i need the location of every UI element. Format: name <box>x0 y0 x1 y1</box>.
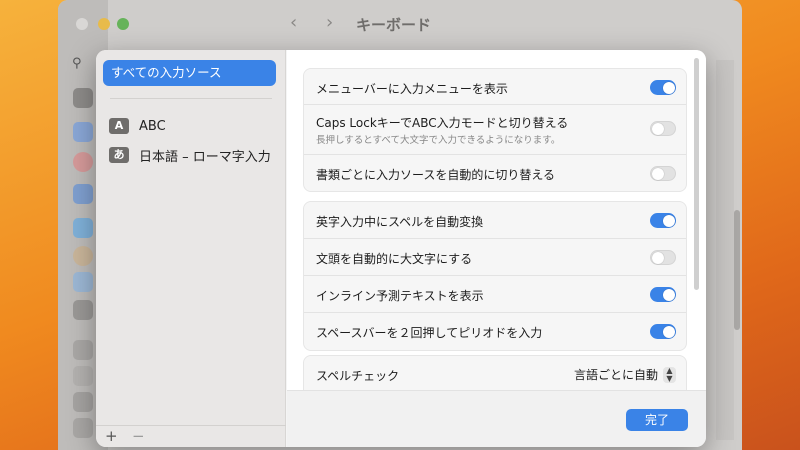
sidebar-item-japanese-romaji[interactable]: あ 日本語 – ローマ字入力 <box>109 145 271 165</box>
settings-row: 文頭を自動的に大文字にする <box>304 239 686 276</box>
input-source-list: すべての入力ソース A ABC あ 日本語 – ローマ字入力 + − <box>96 50 286 447</box>
auto-capitalize-toggle[interactable] <box>650 250 676 265</box>
auto-switch-source-toggle[interactable] <box>650 166 676 181</box>
sidebar-item-all-input-sources[interactable]: すべての入力ソース <box>103 60 276 86</box>
at-sign-icon <box>73 218 93 238</box>
settings-row: スペースバーを２回押してピリオドを入力 <box>304 313 686 350</box>
users-icon <box>73 184 93 204</box>
input-menu-settings-group: メニューバーに入力メニューを表示 Caps LockキーでABC入力モードと切り… <box>303 68 687 192</box>
chevron-left-icon[interactable]: ‹ <box>290 12 297 33</box>
settings-row: スペルチェック 言語ごとに自動 ▲ ▼ <box>304 356 686 390</box>
spell-check-value: 言語ごとに自動 <box>573 368 658 382</box>
text-input-settings-group: 英字入力中にスペルを自動変換 文頭を自動的に大文字にする インライン予測テキスト… <box>303 201 687 351</box>
row-label: Caps LockキーでABC入力モードと切り替える <box>316 116 569 130</box>
settings-row: Caps LockキーでABC入力モードと切り替える 長押しするとすべて大文字で… <box>304 105 686 155</box>
sidebar-item-abc[interactable]: A ABC <box>109 116 166 136</box>
close-window-button[interactable] <box>76 18 88 30</box>
double-space-period-toggle[interactable] <box>650 324 676 339</box>
background-scrollbar[interactable] <box>734 210 740 330</box>
done-button[interactable]: 完了 <box>626 409 688 431</box>
printer-icon <box>73 418 93 438</box>
siri-icon <box>73 246 93 266</box>
background-content-edge <box>716 60 734 440</box>
row-label: メニューバーに入力メニューを表示 <box>316 82 508 96</box>
sidebar-toolbar: + − <box>96 425 286 447</box>
show-input-menu-toggle[interactable] <box>650 80 676 95</box>
input-sources-sheet: すべての入力ソース A ABC あ 日本語 – ローマ字入力 + − メニューバ… <box>96 50 706 447</box>
window-title: キーボード <box>356 16 432 34</box>
sheet-footer: 完了 <box>287 390 706 447</box>
search-icon[interactable]: ⚲ <box>72 56 82 71</box>
row-label: インライン予測テキストを表示 <box>316 289 484 303</box>
icloud-icon <box>73 272 93 292</box>
mouse-icon <box>73 366 93 386</box>
add-source-button[interactable]: + <box>105 427 118 445</box>
hiragana-badge-icon: あ <box>109 147 129 163</box>
settings-row: メニューバーに入力メニューを表示 <box>304 69 686 105</box>
row-label: 書類ごとに入力ソースを自動的に切り替える <box>316 168 556 182</box>
sidebar-item-label: 日本語 – ローマ字入力 <box>139 149 271 165</box>
notifications-icon <box>73 152 93 172</box>
abc-badge-icon: A <box>109 118 129 134</box>
row-label: スペルチェック <box>316 369 400 383</box>
zoom-window-button[interactable] <box>117 18 129 30</box>
minimize-window-button[interactable] <box>98 18 110 30</box>
sidebar-divider <box>110 98 272 99</box>
row-label: 文頭を自動的に大文字にする <box>316 252 473 266</box>
sidebar-item-label: ABC <box>139 118 166 134</box>
spell-check-settings-group: スペルチェック 言語ごとに自動 ▲ ▼ <box>303 355 687 390</box>
game-controller-icon <box>73 392 93 412</box>
row-label: スペースバーを２回押してピリオドを入力 <box>316 326 543 340</box>
auto-correct-spelling-toggle[interactable] <box>650 213 676 228</box>
row-label: 英字入力中にスペルを自動変換 <box>316 215 484 229</box>
caps-lock-switch-toggle[interactable] <box>650 121 676 136</box>
lock-icon <box>73 88 93 108</box>
inline-predictive-text-toggle[interactable] <box>650 287 676 302</box>
settings-row: 書類ごとに入力ソースを自動的に切り替える <box>304 155 686 191</box>
settings-pane: メニューバーに入力メニューを表示 Caps LockキーでABC入力モードと切り… <box>287 50 706 390</box>
remove-source-button[interactable]: − <box>132 427 145 445</box>
up-down-chevron-icon: ▲ ▼ <box>663 366 676 383</box>
hand-icon <box>73 122 93 142</box>
chevron-right-icon[interactable]: › <box>326 12 333 33</box>
settings-row: インライン予測テキストを表示 <box>304 276 686 313</box>
row-subtitle: 長押しするとすべて大文字で入力できるようになります。 <box>316 135 561 146</box>
display-icon <box>73 300 93 320</box>
keyboard-icon <box>73 340 93 360</box>
settings-row: 英字入力中にスペルを自動変換 <box>304 202 686 239</box>
spell-check-select[interactable]: 言語ごとに自動 ▲ ▼ <box>574 366 676 383</box>
settings-scrollbar[interactable] <box>694 58 699 290</box>
